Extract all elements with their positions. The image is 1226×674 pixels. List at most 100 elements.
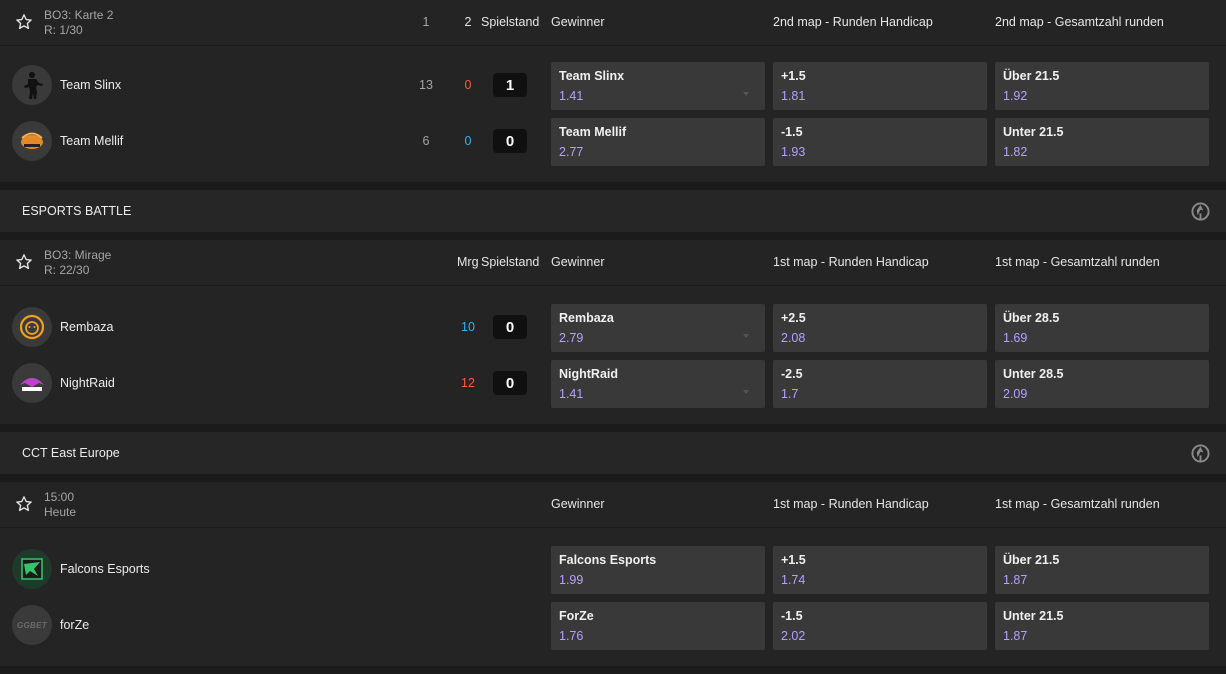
odds-label: Rembaza	[559, 311, 614, 325]
divider	[0, 424, 1226, 432]
match-card-2: BO3: Mirage R: 22/30 Mrg Spielstand Gewi…	[0, 240, 1226, 424]
winner-header: Gewinner	[551, 15, 605, 29]
league-header[interactable]: CCT East Europe	[0, 432, 1226, 474]
match-time: 15:00	[44, 490, 75, 504]
team-name: Team Mellif	[60, 134, 124, 148]
team-name: Rembaza	[60, 320, 114, 334]
odds-button[interactable]: Unter 21.5 1.87	[995, 602, 1209, 650]
match-header: BO3: Karte 2 R: 1/30 1 2 Spielstand Gewi…	[0, 0, 1226, 46]
map-score: 6	[422, 134, 430, 148]
odds-label: -1.5	[781, 609, 803, 623]
odds-button[interactable]: Über 28.5 1.69	[995, 304, 1209, 352]
odds-label: ForZe	[559, 609, 594, 623]
team-row[interactable]: GGBET forZe	[0, 602, 545, 648]
team-name: forZe	[60, 618, 90, 632]
odds-value: 1.7	[781, 387, 799, 401]
team-name: NightRaid	[60, 376, 115, 390]
odds-button[interactable]: +1.5 1.74	[773, 546, 987, 594]
odds-button[interactable]: Rembaza 2.79	[551, 304, 765, 352]
soldier-icon	[12, 65, 52, 105]
map-score: 13	[419, 78, 433, 92]
match-body: Team Slinx 13 0 1 Team Mellif 6 0 0 Team…	[0, 47, 1226, 182]
round-score: 10	[461, 320, 475, 334]
trend-down-icon	[743, 390, 749, 394]
team-row[interactable]: Team Mellif 6 0 0	[0, 118, 545, 164]
trend-down-icon	[743, 92, 749, 96]
odds-value: 1.81	[781, 89, 806, 103]
odds-value: 1.41	[559, 89, 584, 103]
match-meta: 15:00 Heute	[44, 490, 76, 520]
score-header: Spielstand	[481, 15, 540, 29]
counter-strike-icon	[1191, 444, 1210, 463]
odds-button[interactable]: ForZe 1.76	[551, 602, 765, 650]
odds-button[interactable]: -1.5 2.02	[773, 602, 987, 650]
odds-value: 1.82	[1003, 145, 1028, 159]
odds-button[interactable]: Team Mellif 2.77	[551, 118, 765, 166]
odds-value: 1.87	[1003, 573, 1028, 587]
odds-value: 1.41	[559, 387, 584, 401]
odds-button[interactable]: Unter 21.5 1.82	[995, 118, 1209, 166]
odds-value: 1.69	[1003, 331, 1028, 345]
odds-value: 1.99	[559, 573, 584, 587]
series-score: 0	[493, 371, 527, 395]
team-row[interactable]: NightRaid 12 0	[0, 360, 545, 406]
map-header-2: 2	[464, 15, 472, 29]
winner-header: Gewinner	[551, 255, 605, 269]
odds-button[interactable]: Unter 28.5 2.09	[995, 360, 1209, 408]
divider	[0, 182, 1226, 190]
nightraid-icon	[12, 363, 52, 403]
match-format: BO3: Mirage	[44, 248, 112, 262]
odds-value: 2.79	[559, 331, 584, 345]
odds-label: Team Mellif	[559, 125, 627, 139]
odds-label: +2.5	[781, 311, 806, 325]
divider	[0, 232, 1226, 240]
team-row[interactable]: Falcons Esports	[0, 546, 545, 592]
odds-value: 2.02	[781, 629, 806, 643]
divider	[0, 474, 1226, 482]
score-header: Spielstand	[481, 255, 540, 269]
odds-button[interactable]: Über 21.5 1.92	[995, 62, 1209, 110]
favorite-star-icon[interactable]	[15, 13, 33, 31]
odds-value: 2.08	[781, 331, 806, 345]
match-body: Falcons Esports GGBET forZe Falcons Espo…	[0, 529, 1226, 664]
team-row[interactable]: Team Slinx 13 0 1	[0, 62, 545, 108]
favorite-star-icon[interactable]	[15, 253, 33, 271]
match-card-1: BO3: Karte 2 R: 1/30 1 2 Spielstand Gewi…	[0, 0, 1226, 182]
divider	[0, 666, 1226, 674]
odds-label: Unter 28.5	[1003, 367, 1064, 381]
total-header: 2nd map - Gesamtzahl runden	[995, 15, 1164, 29]
ggbet-icon: GGBET	[12, 605, 52, 645]
odds-label: +1.5	[781, 69, 806, 83]
round-score: 0	[464, 78, 472, 92]
odds-value: 1.93	[781, 145, 806, 159]
odds-label: Unter 21.5	[1003, 609, 1064, 623]
series-score: 0	[493, 315, 527, 339]
odds-value: 1.74	[781, 573, 806, 587]
match-meta: BO3: Mirage R: 22/30	[44, 248, 111, 278]
league-header[interactable]: ESPORTS BATTLE	[0, 190, 1226, 232]
odds-button[interactable]: NightRaid 1.41	[551, 360, 765, 408]
odds-button[interactable]: Über 21.5 1.87	[995, 546, 1209, 594]
team-row[interactable]: Rembaza 10 0	[0, 304, 545, 350]
odds-button[interactable]: -1.5 1.93	[773, 118, 987, 166]
odds-button[interactable]: -2.5 1.7	[773, 360, 987, 408]
handicap-header: 1st map - Runden Handicap	[773, 255, 929, 269]
odds-label: Über 28.5	[1003, 311, 1060, 325]
odds-button[interactable]: +2.5 2.08	[773, 304, 987, 352]
favorite-star-icon[interactable]	[15, 495, 33, 513]
odds-label: Über 21.5	[1003, 69, 1060, 83]
league-name: CCT East Europe	[22, 446, 120, 460]
odds-button[interactable]: +1.5 1.81	[773, 62, 987, 110]
counter-strike-icon	[1191, 202, 1210, 221]
odds-label: Falcons Esports	[559, 553, 657, 567]
match-format: BO3: Karte 2	[44, 8, 114, 22]
handicap-header: 2nd map - Runden Handicap	[773, 15, 933, 29]
match-card-3: 15:00 Heute Gewinner 1st map - Runden Ha…	[0, 482, 1226, 666]
odds-button[interactable]: Team Slinx 1.41	[551, 62, 765, 110]
odds-button[interactable]: Falcons Esports 1.99	[551, 546, 765, 594]
odds-value: 1.92	[1003, 89, 1028, 103]
round-score: 12	[461, 376, 475, 390]
odds-value: 2.09	[1003, 387, 1028, 401]
match-header: 15:00 Heute Gewinner 1st map - Runden Ha…	[0, 482, 1226, 528]
trend-down-icon	[743, 334, 749, 338]
